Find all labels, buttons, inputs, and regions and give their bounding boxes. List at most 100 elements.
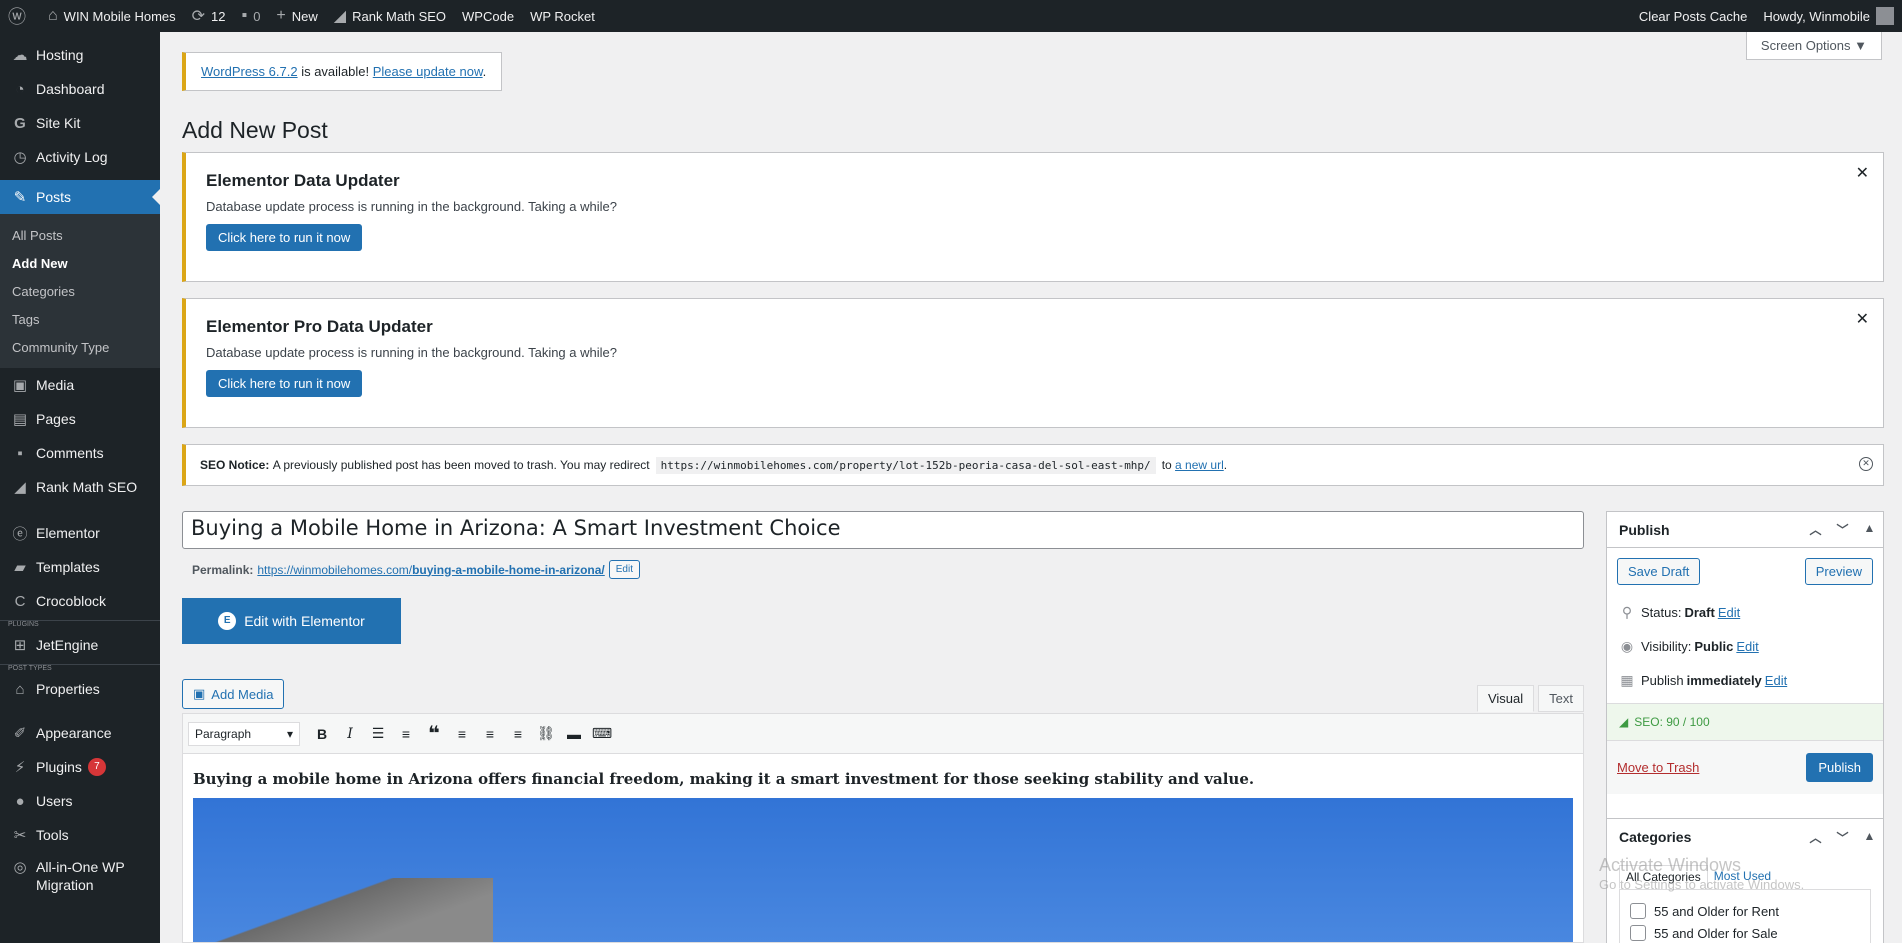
clear-cache-label: Clear Posts Cache xyxy=(1638,8,1748,24)
toolbar-toggle-icon[interactable]: ⌨ xyxy=(588,720,616,748)
category-item[interactable]: 55 and Older for Rent xyxy=(1630,900,1860,922)
menu-pages[interactable]: ▤ Pages xyxy=(0,402,160,436)
schedule-label: Publish xyxy=(1641,672,1684,688)
jetengine-icon: ⊞ xyxy=(13,637,27,654)
menu-migration[interactable]: ◎ All-in-One WP Migration xyxy=(0,852,160,898)
category-checkbox[interactable] xyxy=(1630,925,1646,941)
move-down-icon[interactable]: ﹀ xyxy=(1829,521,1856,538)
format-value: Paragraph xyxy=(195,726,252,741)
clock-icon: ◷ xyxy=(13,149,27,166)
submenu-all-posts[interactable]: All Posts xyxy=(0,221,160,249)
editor-content[interactable]: Buying a mobile home in Arizona offers f… xyxy=(183,754,1583,942)
run-pro-updater-button[interactable]: Click here to run it now xyxy=(206,370,363,397)
menu-appearance[interactable]: ✐ Appearance xyxy=(0,716,160,750)
comments-link[interactable]: ▪ 0 xyxy=(234,0,269,32)
edit-visibility-link[interactable]: Edit xyxy=(1736,639,1758,654)
link-icon[interactable]: ⛓ xyxy=(532,720,560,748)
category-checkbox[interactable] xyxy=(1630,903,1646,919)
submenu-add-new[interactable]: Add New xyxy=(0,249,160,277)
menu-hosting[interactable]: ☁ Hosting xyxy=(0,38,160,72)
edit-with-elementor-button[interactable]: E Edit with Elementor xyxy=(182,598,401,644)
align-left-icon[interactable]: ≡ xyxy=(448,720,476,748)
close-icon[interactable]: ✕ xyxy=(1856,163,1869,183)
rank-math-icon: ◢ xyxy=(14,479,26,496)
collapse-icon[interactable]: ▲ xyxy=(1856,521,1883,538)
move-to-trash-link[interactable]: Move to Trash xyxy=(1617,760,1699,775)
menu-label: All-in-One WP Migration xyxy=(36,859,125,893)
move-down-icon[interactable]: ﹀ xyxy=(1829,829,1856,846)
edit-permalink-button[interactable]: Edit xyxy=(608,560,640,579)
menu-media[interactable]: ▣ Media xyxy=(0,368,160,402)
classic-editor: Paragraph ▾ B I ☰ ≡ ❝ ≡ ≡ ≡ ⛓ ▬ ⌨ Buying … xyxy=(182,713,1584,943)
permalink-url[interactable]: https://winmobilehomes.com/buying-a-mobi… xyxy=(257,563,604,577)
menu-jetengine[interactable]: ⊞ JetEngine xyxy=(0,628,160,662)
format-select[interactable]: Paragraph ▾ xyxy=(188,721,300,746)
updates-link[interactable]: ⟳ 12 xyxy=(184,0,234,32)
add-media-button[interactable]: ▣ Add Media xyxy=(182,679,285,709)
menu-templates[interactable]: ▰ Templates xyxy=(0,550,160,584)
category-label: 55 and Older for Rent xyxy=(1654,903,1780,919)
menu-elementor[interactable]: ⓔ Elementor xyxy=(0,516,160,550)
move-up-icon[interactable]: ︿ xyxy=(1802,829,1829,846)
quote-icon[interactable]: ❝ xyxy=(420,720,448,748)
update-now-link[interactable]: Please update now xyxy=(373,64,483,79)
menu-dashboard[interactable]: ◔ Dashboard xyxy=(0,72,160,106)
close-icon[interactable]: ✕ xyxy=(1856,309,1869,329)
submenu-tags[interactable]: Tags xyxy=(0,305,160,333)
read-more-icon[interactable]: ▬ xyxy=(560,720,588,748)
tab-text[interactable]: Text xyxy=(1538,685,1584,712)
menu-label: Comments xyxy=(36,445,104,461)
site-name-link[interactable]: ⌂ WIN Mobile Homes xyxy=(40,0,184,32)
calendar-icon: ▦ xyxy=(1620,671,1634,688)
rank-math-link[interactable]: ◢ Rank Math SEO xyxy=(326,0,454,32)
house-icon: ⌂ xyxy=(15,680,25,698)
content-image[interactable] xyxy=(193,798,1573,942)
wordpress-logo[interactable]: ⓦ xyxy=(0,0,40,32)
collapse-icon[interactable]: ▲ xyxy=(1856,829,1883,846)
bold-icon[interactable]: B xyxy=(308,720,336,748)
new-url-link[interactable]: a new url xyxy=(1175,458,1224,472)
menu-plugins[interactable]: ⚡ Plugins 7 xyxy=(0,750,160,784)
menu-label: Appearance xyxy=(36,725,112,741)
seo-score-row[interactable]: ◢ SEO: 90 / 100 xyxy=(1607,703,1883,741)
publish-button[interactable]: Publish xyxy=(1806,753,1873,782)
new-content-link[interactable]: + New xyxy=(268,0,325,32)
category-item[interactable]: 55 and Older for Sale xyxy=(1630,922,1860,943)
wprocket-link[interactable]: WP Rocket xyxy=(522,0,603,32)
permalink-label: Permalink: xyxy=(192,562,254,577)
move-up-icon[interactable]: ︿ xyxy=(1802,521,1829,538)
align-right-icon[interactable]: ≡ xyxy=(504,720,532,748)
site-name: WIN Mobile Homes xyxy=(63,8,176,24)
edit-schedule-link[interactable]: Edit xyxy=(1765,673,1787,688)
permalink-base: https://winmobilehomes.com/ xyxy=(257,562,413,577)
save-draft-button[interactable]: Save Draft xyxy=(1617,558,1701,585)
wpcode-link[interactable]: WPCode xyxy=(454,0,522,32)
menu-users[interactable]: ● Users xyxy=(0,784,160,818)
edit-status-link[interactable]: Edit xyxy=(1718,605,1740,620)
screen-options-button[interactable]: Screen Options ▼ xyxy=(1745,32,1882,60)
menu-rank-math[interactable]: ◢ Rank Math SEO xyxy=(0,470,160,504)
tab-visual[interactable]: Visual xyxy=(1476,685,1535,712)
wordpress-version-link[interactable]: WordPress 6.7.2 xyxy=(201,64,298,79)
align-center-icon[interactable]: ≡ xyxy=(476,720,504,748)
menu-posts[interactable]: ✎ Posts xyxy=(0,180,160,214)
my-account-link[interactable]: Howdy, Winmobile xyxy=(1755,0,1902,32)
submenu-categories[interactable]: Categories xyxy=(0,277,160,305)
menu-comments[interactable]: ▪ Comments xyxy=(0,436,160,470)
menu-properties[interactable]: ⌂ Properties xyxy=(0,672,160,706)
menu-tools[interactable]: ✂ Tools xyxy=(0,818,160,852)
preview-button[interactable]: Preview xyxy=(1804,558,1873,585)
post-title-input[interactable]: Buying a Mobile Home in Arizona: A Smart… xyxy=(182,511,1584,549)
menu-crocoblock[interactable]: C Crocoblock xyxy=(0,584,160,618)
menu-label: Properties xyxy=(36,681,100,697)
italic-icon[interactable]: I xyxy=(336,720,364,748)
plus-icon: + xyxy=(276,7,286,24)
submenu-community-type[interactable]: Community Type xyxy=(0,333,160,361)
numbered-list-icon[interactable]: ≡ xyxy=(392,720,420,748)
run-updater-button[interactable]: Click here to run it now xyxy=(206,224,363,251)
menu-site-kit[interactable]: G Site Kit xyxy=(0,106,160,140)
clear-cache-link[interactable]: Clear Posts Cache xyxy=(1631,0,1755,32)
menu-activity-log[interactable]: ◷ Activity Log xyxy=(0,140,160,174)
bullet-list-icon[interactable]: ☰ xyxy=(364,720,392,748)
dismiss-icon[interactable]: ✕ xyxy=(1859,457,1873,471)
